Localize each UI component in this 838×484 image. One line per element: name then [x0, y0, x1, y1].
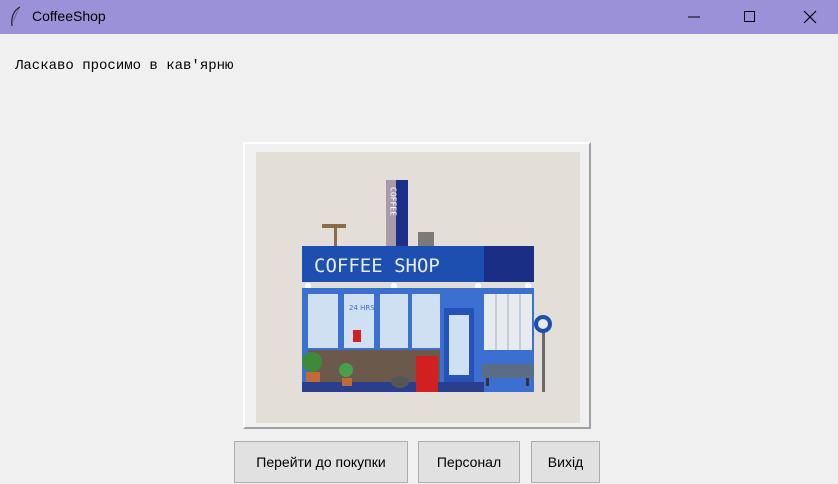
go-shopping-button[interactable]: Перейти до покупки	[234, 441, 408, 483]
window-title: CoffeeShop	[32, 8, 106, 24]
welcome-label: Ласкаво просимо в кав'ярню	[15, 58, 234, 74]
tower-sign-text: COFFEE	[389, 187, 398, 216]
maximize-icon	[744, 11, 755, 22]
minimize-button[interactable]	[666, 0, 722, 34]
feather-icon	[11, 6, 21, 27]
maximize-button[interactable]	[722, 0, 778, 34]
minimize-icon	[688, 16, 700, 18]
close-button[interactable]	[782, 0, 838, 34]
coffee-shop-illustration: COFFEE COFFEE SHOP 24 HRS	[256, 152, 580, 423]
title-bar: CoffeeShop	[0, 0, 838, 34]
exit-button[interactable]: Вихід	[531, 441, 600, 483]
coffee-shop-image-frame: COFFEE COFFEE SHOP 24 HRS	[243, 142, 591, 429]
close-icon	[803, 10, 817, 24]
shop-sign-text: COFFEE SHOP	[314, 255, 440, 277]
staff-button[interactable]: Персонал	[418, 441, 520, 483]
window-sticker-text: 24 HRS	[349, 304, 375, 312]
